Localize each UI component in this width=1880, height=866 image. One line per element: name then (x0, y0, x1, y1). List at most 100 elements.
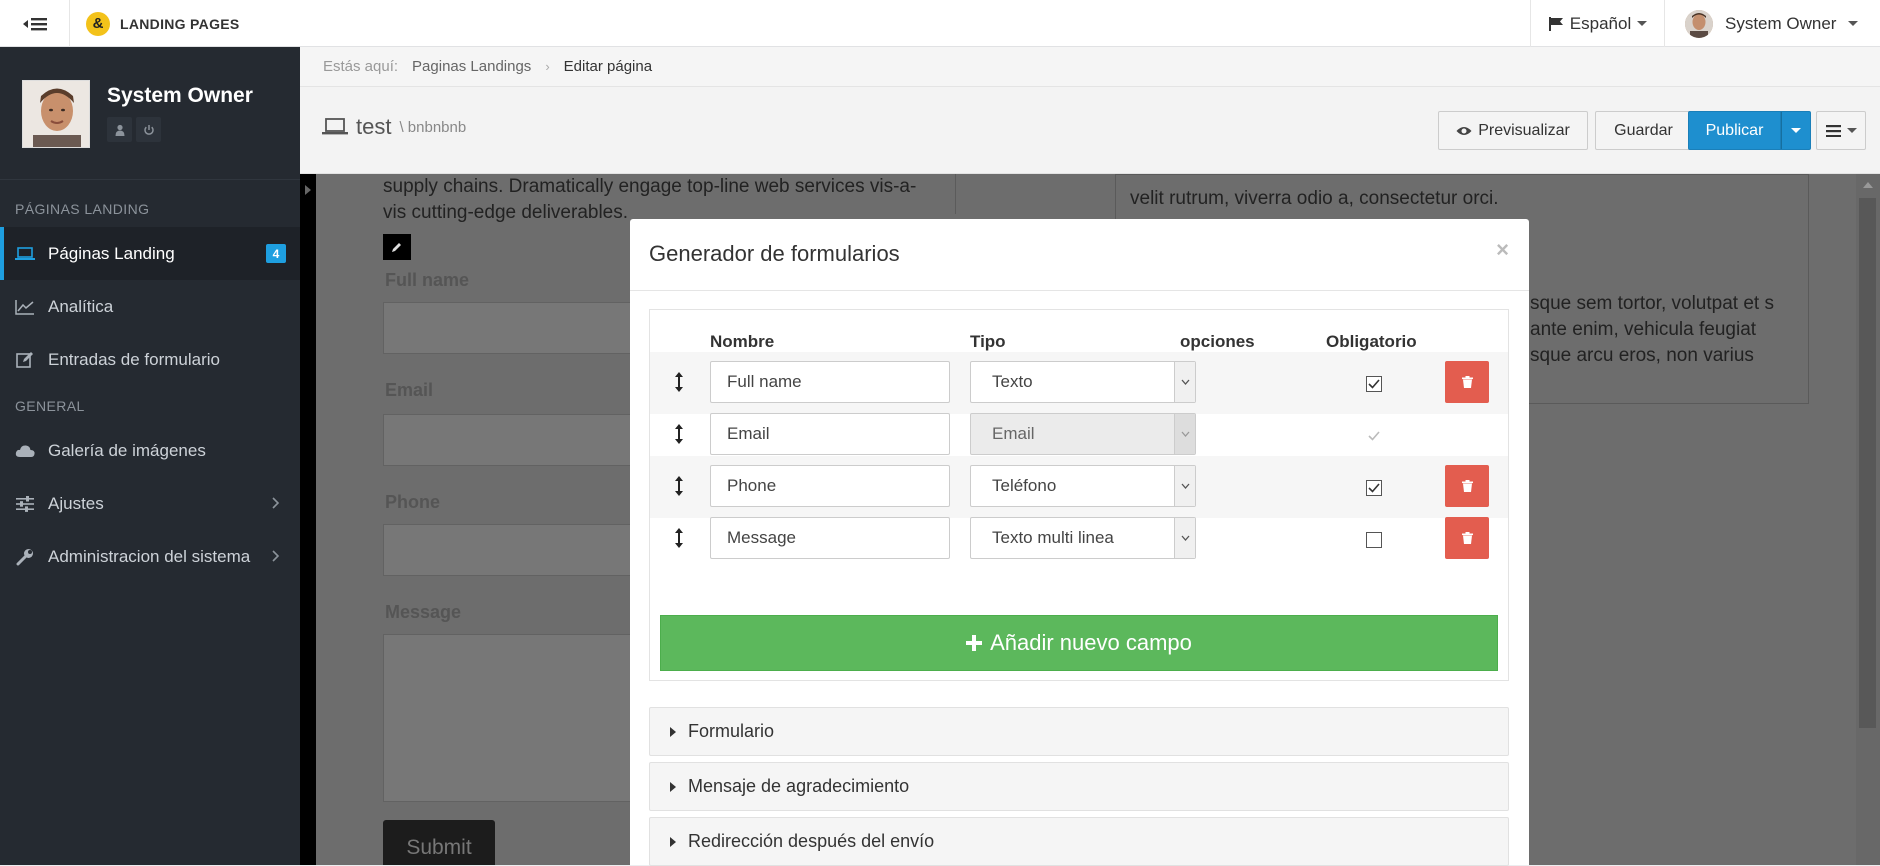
scrollbar-thumb[interactable] (1859, 198, 1876, 728)
profile-button[interactable] (107, 117, 132, 142)
add-field-button[interactable]: Añadir nuevo campo (660, 615, 1498, 671)
page-title: test \ bnbnbnb (322, 114, 466, 140)
background-text-right-mid: sque sem tortor, volutpat et s ante enim… (1530, 293, 1774, 366)
breadcrumb-separator-icon: › (545, 59, 550, 74)
accordion-form[interactable]: Formulario (649, 707, 1509, 756)
language-dropdown[interactable]: Español (1530, 0, 1664, 47)
field-type-select: Email (970, 413, 1196, 455)
publish-dropdown-button[interactable] (1781, 111, 1811, 150)
breadcrumb-prefix: Estás aquí: (323, 58, 399, 75)
pencil-edit-button[interactable] (383, 234, 411, 260)
drag-handle-icon[interactable] (675, 372, 683, 392)
column-header-options: opciones (1180, 332, 1255, 351)
modal-title: Generador de formularios (649, 241, 900, 266)
sidebar-item-analytics[interactable]: Analítica (0, 280, 300, 333)
delete-field-button[interactable] (1445, 361, 1489, 403)
flag-icon (1548, 16, 1563, 31)
publish-button[interactable]: Publicar (1688, 111, 1781, 150)
chevron-right-icon (272, 550, 280, 562)
field-type-value: Email (992, 424, 1035, 443)
field-name-input[interactable]: Full name (710, 361, 950, 403)
accordion-thank-you-message[interactable]: Mensaje de agradecimiento (649, 762, 1509, 811)
background-submit-button: Submit (383, 820, 495, 865)
page-header: test \ bnbnbnb Previsualizar Guardar Pub… (300, 87, 1880, 174)
brand-mark-icon: & (86, 11, 110, 36)
sidebar-item-label: Analítica (48, 296, 114, 316)
user-menu[interactable]: System Owner (1664, 0, 1880, 47)
logout-button[interactable] (136, 117, 161, 142)
field-type-select[interactable]: Texto multi linea (970, 517, 1196, 559)
sidebar-item-landing-pages[interactable]: Páginas Landing 4 (0, 227, 300, 280)
column-header-required: Obligatorio (1326, 332, 1417, 351)
pencil-icon (392, 243, 401, 252)
check-icon (1368, 379, 1380, 389)
scrollbar[interactable] (1856, 174, 1880, 865)
check-icon (1368, 431, 1380, 441)
breadcrumb-link[interactable]: Paginas Landings (412, 58, 531, 75)
field-name-input[interactable]: Phone (710, 465, 950, 507)
field-name-input[interactable]: Message (710, 517, 950, 559)
sidebar: System Owner PÁGINAS LANDING Páginas Lan… (0, 47, 300, 865)
user-name: System Owner (1725, 13, 1837, 33)
drag-handle-icon[interactable] (675, 528, 683, 548)
add-field-label: Añadir nuevo campo (990, 630, 1192, 655)
drag-handle-icon[interactable] (675, 424, 683, 444)
sidebar-item-settings[interactable]: Ajustes (0, 477, 300, 530)
required-checkbox[interactable] (1366, 532, 1382, 548)
field-type-select[interactable]: Texto (970, 361, 1196, 403)
sidebar-toggle-button[interactable] (0, 0, 70, 47)
profile-name: System Owner (107, 84, 253, 107)
sidebar-item-form-entries[interactable]: Entradas de formulario (0, 333, 300, 386)
form-builder-modal: Generador de formularios × Nombre Tipo o… (630, 219, 1529, 866)
field-type-value: Texto (992, 372, 1033, 391)
page-subtitle: \ bnbnbnb (399, 118, 467, 136)
edit-icon (14, 349, 36, 371)
scroll-up-icon (1863, 182, 1873, 188)
check-icon (1368, 483, 1380, 493)
canvas-side-strip (300, 174, 316, 865)
accordion-redirect[interactable]: Redirección después del envío (649, 817, 1509, 866)
preview-button[interactable]: Previsualizar (1438, 111, 1588, 150)
close-icon[interactable]: × (1496, 237, 1509, 263)
chevron-down-icon (1174, 518, 1195, 558)
delete-field-button[interactable] (1445, 517, 1489, 559)
required-checkbox[interactable] (1366, 480, 1382, 496)
save-button[interactable]: Guardar (1595, 111, 1692, 150)
publish-label: Publicar (1705, 121, 1764, 139)
chevron-down-icon (1174, 466, 1195, 506)
accordion-label: Redirección después del envío (688, 831, 935, 851)
table-row: Message Texto multi linea (650, 508, 1508, 570)
caret-down-icon (1791, 128, 1801, 133)
power-icon (143, 124, 154, 135)
brand-logo[interactable]: & LANDING PAGES (86, 6, 240, 41)
count-badge: 4 (266, 244, 286, 263)
sidebar-item-image-gallery[interactable]: Galería de imágenes (0, 424, 300, 477)
trash-icon (1461, 532, 1473, 544)
cloud-icon (14, 440, 36, 462)
background-label-fullname: Full name (385, 270, 470, 290)
line-chart-icon (14, 296, 36, 318)
profile-avatar (22, 80, 90, 148)
required-checkbox (1366, 428, 1382, 444)
field-name-input[interactable]: Email (710, 413, 950, 455)
required-checkbox[interactable] (1366, 376, 1382, 392)
field-type-select[interactable]: Teléfono (970, 465, 1196, 507)
caret-down-icon (1848, 21, 1859, 26)
caret-right-icon (670, 781, 676, 792)
caret-right-icon (670, 726, 676, 737)
fields-table: Nombre Tipo opciones Obligatorio Full na… (649, 309, 1509, 681)
trash-icon (1461, 480, 1473, 492)
preview-label: Previsualizar (1478, 121, 1570, 139)
sidebar-item-label: Páginas Landing (48, 243, 175, 263)
chevron-down-icon (1174, 362, 1195, 402)
sidebar-item-label: Galería de imágenes (48, 440, 206, 460)
background-label-email: Email (385, 380, 434, 400)
caret-right-icon (670, 836, 676, 847)
drag-handle-icon[interactable] (675, 476, 683, 496)
menu-collapse-icon (22, 17, 47, 30)
field-type-value: Teléfono (992, 476, 1057, 495)
sidebar-item-system-admin[interactable]: Administracion del sistema (0, 530, 300, 583)
top-navbar: & LANDING PAGES Español System Owner (0, 0, 1880, 47)
options-menu-button[interactable] (1816, 111, 1866, 150)
delete-field-button[interactable] (1445, 465, 1489, 507)
